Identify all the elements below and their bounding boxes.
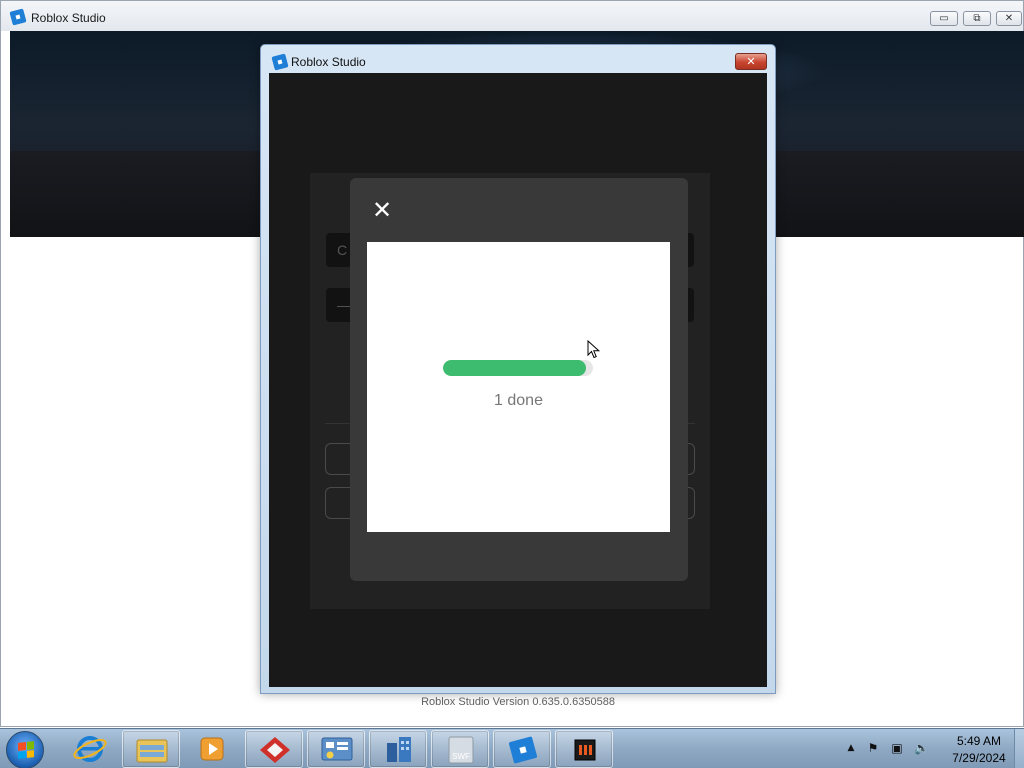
progress-bar-fill xyxy=(443,360,586,376)
clock-time[interactable]: 5:49 AM xyxy=(944,734,1014,748)
system-tray: ▲ ⚑ ▣ 🔈 5:49 AM 7/29/2024 xyxy=(840,729,1024,768)
show-desktop-button[interactable] xyxy=(1014,729,1024,768)
action-center-flag-icon[interactable]: ⚑ xyxy=(866,741,880,755)
main-window-title: Roblox Studio xyxy=(31,11,106,25)
building-app-icon[interactable] xyxy=(369,730,427,768)
control-panel-icon[interactable] xyxy=(307,730,365,768)
swf-label: SWF xyxy=(452,752,470,761)
internet-explorer-icon[interactable] xyxy=(61,730,119,768)
dialog-close-button[interactable]: ✕ xyxy=(735,53,767,70)
progress-status-text: 1 done xyxy=(494,392,543,409)
file-explorer-icon[interactable] xyxy=(122,730,180,768)
progress-modal: ✕ 1 done xyxy=(350,178,688,581)
login-dialog-window: Roblox Studio ✕ C — ✕ 1 done xyxy=(260,44,776,694)
windows-logo-icon xyxy=(18,741,34,759)
minimize-button[interactable]: ▭ xyxy=(930,11,958,26)
show-hidden-icons-icon[interactable]: ▲ xyxy=(844,741,858,755)
swf-app-icon[interactable]: SWF xyxy=(431,730,489,768)
clock-date[interactable]: 7/29/2024 xyxy=(944,751,1014,765)
network-icon[interactable]: ▣ xyxy=(890,741,904,755)
modal-close-icon[interactable]: ✕ xyxy=(368,196,396,224)
taskbar: SWF ▲ ⚑ ▣ 🔈 5:49 AM 7/29/2024 xyxy=(0,728,1024,768)
version-text: Roblox Studio Version 0.635.0.6350588 xyxy=(421,696,615,708)
progress-bar xyxy=(443,360,593,376)
red-app-icon[interactable] xyxy=(245,730,303,768)
mouse-cursor-icon xyxy=(587,340,601,359)
dark-app-icon[interactable] xyxy=(555,730,613,768)
roblox-studio-logo-icon xyxy=(271,53,289,71)
dialog-content: C — ✕ 1 done xyxy=(269,73,767,687)
restore-button[interactable]: ⧉ xyxy=(963,11,991,26)
main-titlebar[interactable]: Roblox Studio ▭ ⧉ ✕ xyxy=(1,1,1023,31)
modal-content: 1 done xyxy=(367,242,670,532)
start-button[interactable] xyxy=(6,731,44,768)
roblox-studio-icon[interactable] xyxy=(493,730,551,768)
volume-muted-icon[interactable]: 🔈 xyxy=(914,741,929,755)
dialog-title: Roblox Studio xyxy=(291,55,366,69)
roblox-studio-logo-icon xyxy=(9,8,27,26)
close-button[interactable]: ✕ xyxy=(996,11,1022,26)
media-player-icon[interactable] xyxy=(183,730,241,768)
